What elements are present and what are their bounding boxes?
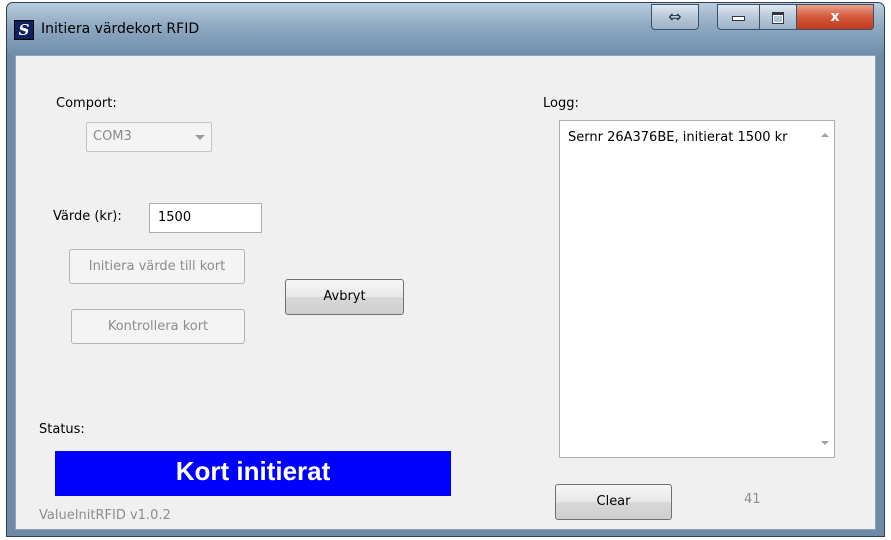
version-label: ValueInitRFID v1.0.2: [39, 508, 171, 523]
client-area: Comport: COM3 Värde (kr): 1500 Initiera …: [15, 55, 876, 530]
chevron-down-icon: [195, 135, 205, 140]
maximize-icon: [772, 12, 784, 24]
cancel-button[interactable]: Avbryt: [285, 279, 404, 315]
log-label: Logg:: [543, 96, 579, 111]
app-window: S Initiera värdekort RFID ⇔ x Comport: C…: [6, 2, 885, 537]
status-label: Status:: [39, 422, 85, 437]
minimize-icon: [732, 16, 745, 21]
minimize-button[interactable]: [717, 4, 760, 30]
scroll-up-icon[interactable]: [821, 133, 829, 137]
close-button[interactable]: x: [796, 4, 874, 30]
app-logo-icon: S: [14, 20, 34, 40]
value-input[interactable]: 1500: [149, 203, 262, 233]
scroll-down-icon[interactable]: [821, 441, 829, 445]
status-display: Kort initierat: [55, 451, 451, 496]
expand-button[interactable]: ⇔: [651, 4, 699, 30]
log-count: 41: [744, 492, 761, 507]
log-scrollbar[interactable]: [817, 121, 834, 457]
comport-label: Comport:: [56, 96, 117, 111]
comport-select[interactable]: COM3: [86, 122, 212, 152]
maximize-button[interactable]: [759, 4, 797, 30]
clear-button[interactable]: Clear: [555, 484, 672, 520]
comport-value: COM3: [93, 129, 132, 144]
log-textarea[interactable]: Sernr 26A376BE, initierat 1500 kr: [559, 120, 835, 458]
check-card-button[interactable]: Kontrollera kort: [71, 309, 245, 344]
value-label: Värde (kr):: [53, 209, 122, 224]
log-content: Sernr 26A376BE, initierat 1500 kr: [568, 130, 788, 145]
value-input-text: 1500: [158, 210, 192, 225]
init-value-button[interactable]: Initiera värde till kort: [69, 249, 245, 284]
window-title: Initiera värdekort RFID: [41, 21, 200, 37]
title-bar[interactable]: S Initiera värdekort RFID ⇔ x: [7, 3, 884, 55]
